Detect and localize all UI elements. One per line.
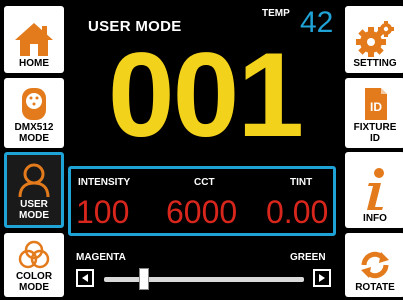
- rotate-button[interactable]: ROTATE: [345, 233, 403, 297]
- home-icon: [15, 23, 53, 56]
- color-mode-label-line2: MODE: [18, 282, 49, 293]
- user-mode-label-line2: MODE: [19, 210, 49, 221]
- tint-label: TINT: [290, 177, 313, 188]
- setting-button[interactable]: SETTING: [345, 6, 403, 73]
- tint-decrease-button[interactable]: [76, 269, 94, 287]
- color-circles-icon: [18, 240, 50, 269]
- address-display[interactable]: 001: [70, 30, 340, 160]
- tint-increase-button[interactable]: [313, 269, 331, 287]
- user-icon: [18, 163, 50, 198]
- rotate-icon: [361, 251, 389, 279]
- fixture-id-label-line2: ID: [370, 133, 380, 144]
- user-mode-label: USER MODE: [19, 199, 49, 225]
- home-button[interactable]: HOME: [4, 6, 64, 73]
- fixture-id-button[interactable]: ID FIXTURE ID: [345, 78, 403, 148]
- temp-label: TEMP: [262, 8, 290, 19]
- dmx512-mode-label-line2: MODE: [19, 133, 49, 144]
- tint-slider-thumb[interactable]: [139, 268, 149, 290]
- device-screen: HOME DMX512 MODE USER MODE COLOR MODE SE…: [0, 0, 403, 300]
- xlr-connector-icon: [22, 88, 46, 120]
- dmx512-mode-label: DMX512 MODE: [15, 122, 54, 148]
- fixture-id-label: FIXTURE ID: [354, 122, 397, 148]
- fixture-id-label-line1: FIXTURE: [353, 122, 397, 133]
- home-label: HOME: [19, 58, 49, 69]
- id-card-icon: ID: [365, 88, 387, 120]
- intensity-label: INTENSITY: [78, 177, 131, 188]
- gear-icon: [356, 21, 394, 57]
- info-button[interactable]: INFO: [345, 152, 403, 228]
- tint-slider-track[interactable]: [104, 277, 304, 282]
- color-mode-label-line1: COLOR: [15, 271, 53, 282]
- arrow-left-icon: [82, 274, 88, 282]
- dmx512-mode-button[interactable]: DMX512 MODE: [4, 78, 64, 148]
- color-mode-label: COLOR MODE: [16, 271, 52, 297]
- rotate-label: ROTATE: [355, 282, 395, 293]
- user-mode-label-line1: USER: [20, 199, 48, 210]
- arrow-right-icon: [319, 274, 325, 282]
- dmx512-mode-label-line1: DMX512: [14, 122, 54, 133]
- cct-value[interactable]: 6000: [166, 194, 237, 230]
- green-label: GREEN: [290, 252, 326, 263]
- info-icon: [367, 168, 384, 210]
- magenta-label: MAGENTA: [76, 252, 126, 263]
- user-mode-button[interactable]: USER MODE: [4, 152, 64, 228]
- info-label: INFO: [363, 213, 387, 224]
- intensity-value[interactable]: 100: [76, 194, 129, 230]
- color-mode-button[interactable]: COLOR MODE: [4, 233, 64, 297]
- setting-label: SETTING: [353, 58, 397, 69]
- tint-value[interactable]: 0.00: [266, 194, 328, 230]
- cct-label: CCT: [194, 177, 215, 188]
- svg-text:ID: ID: [370, 100, 382, 114]
